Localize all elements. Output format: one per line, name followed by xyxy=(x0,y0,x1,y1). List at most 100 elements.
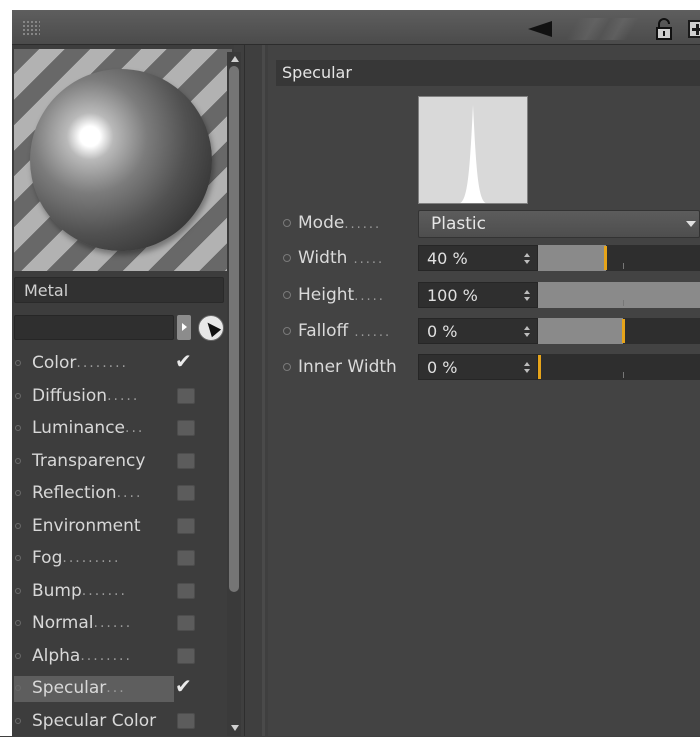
channel-checkbox[interactable] xyxy=(177,485,195,501)
channel-label: Luminance ... xyxy=(32,412,125,444)
inner-width-input[interactable]: 0 % xyxy=(418,354,538,380)
mode-label: Mode...... xyxy=(298,210,381,238)
channel-bump[interactable]: Bump....... xyxy=(12,575,234,608)
width-slider[interactable] xyxy=(538,245,700,271)
channel-label: Transparency xyxy=(32,445,145,477)
material-name-field[interactable]: Metal xyxy=(14,277,224,303)
height-input[interactable]: 100 % xyxy=(418,282,538,308)
channel-luminance[interactable]: Luminance ... xyxy=(12,412,234,445)
channel-label: Bump....... xyxy=(32,575,82,607)
channel-label: Diffusion..... xyxy=(32,380,107,412)
channel-checkbox[interactable] xyxy=(177,420,195,436)
channel-dot-icon xyxy=(15,458,21,464)
scroll-down-icon[interactable] xyxy=(231,725,239,731)
channel-label: Fog ......... xyxy=(32,542,62,574)
search-expand-button[interactable] xyxy=(177,315,191,340)
pick-icon[interactable] xyxy=(198,315,224,341)
channel-label: Alpha........ xyxy=(32,640,80,672)
drag-grip-icon[interactable] xyxy=(22,20,40,36)
plus-icon[interactable] xyxy=(688,20,700,38)
falloff-slider[interactable] xyxy=(538,318,700,344)
spinner-icon[interactable] xyxy=(524,362,531,374)
inner-width-label: Inner Width xyxy=(298,354,397,380)
slider-handle[interactable] xyxy=(604,246,607,270)
param-dot-icon[interactable] xyxy=(283,363,291,371)
channel-label: Environment xyxy=(32,510,141,542)
slider-tick xyxy=(623,263,624,269)
channel-fog[interactable]: Fog ......... xyxy=(12,542,234,575)
channel-alpha[interactable]: Alpha........ xyxy=(12,640,234,673)
checkmark-icon[interactable]: ✔ xyxy=(175,670,192,702)
checkmark-icon[interactable]: ✔ xyxy=(175,345,192,377)
channel-transparency[interactable]: Transparency xyxy=(12,445,234,478)
specular-curve-preview xyxy=(418,96,528,204)
param-dot-icon[interactable] xyxy=(283,327,291,335)
slider-handle[interactable] xyxy=(622,319,625,343)
lock-icon[interactable] xyxy=(654,18,674,40)
channel-checkbox[interactable] xyxy=(177,615,195,631)
channel-dot-icon xyxy=(15,620,21,626)
scrollbar-thumb[interactable] xyxy=(229,66,239,592)
channel-checkbox[interactable] xyxy=(177,583,195,599)
channel-label: Color........ xyxy=(32,347,76,379)
back-arrow-icon[interactable] xyxy=(528,21,552,37)
material-preview[interactable] xyxy=(14,49,232,271)
spinner-icon[interactable] xyxy=(524,290,531,302)
channel-dot-icon xyxy=(15,490,21,496)
channel-label: Reflection.... xyxy=(32,477,117,509)
chevron-down-icon[interactable] xyxy=(686,221,696,227)
channel-dot-icon xyxy=(15,718,21,724)
channel-specular-color[interactable]: Specular Color xyxy=(12,705,234,737)
channel-diffusion[interactable]: Diffusion..... xyxy=(12,380,234,413)
mode-dropdown[interactable]: Plastic xyxy=(418,210,700,238)
scroll-up-icon[interactable] xyxy=(231,56,239,62)
channel-dot-icon xyxy=(15,653,21,659)
channel-label: Specular ... xyxy=(32,672,106,704)
channel-checkbox[interactable] xyxy=(177,518,195,534)
channel-dot-icon xyxy=(15,425,21,431)
channel-checkbox[interactable] xyxy=(177,648,195,664)
channel-specular[interactable]: Specular ... ✔ xyxy=(12,672,234,705)
mode-row: Mode...... Plastic xyxy=(280,210,700,236)
slider-tick xyxy=(623,372,624,378)
slider-handle[interactable] xyxy=(538,355,541,379)
height-slider[interactable] xyxy=(538,282,700,308)
channel-normal[interactable]: Normal ...... xyxy=(12,607,234,640)
channel-environment[interactable]: Environment xyxy=(12,510,234,543)
width-label: Width ..... xyxy=(298,245,384,273)
channel-reflection[interactable]: Reflection.... xyxy=(12,477,234,510)
material-list-panel: Metal Color........ ✔ Diffusion..... Lum… xyxy=(12,45,234,736)
width-row: Width ..... 40 % xyxy=(280,245,700,271)
window-frame-top xyxy=(0,0,700,10)
channel-list: Color........ ✔ Diffusion..... Luminance… xyxy=(12,347,234,737)
falloff-row: Falloff ...... 0 % xyxy=(280,318,700,344)
channel-color[interactable]: Color........ ✔ xyxy=(12,347,234,380)
channel-dot-icon xyxy=(15,685,21,691)
channel-checkbox[interactable] xyxy=(177,453,195,469)
spinner-icon[interactable] xyxy=(524,326,531,338)
channel-search-input[interactable] xyxy=(14,315,174,340)
channel-checkbox[interactable] xyxy=(177,550,195,566)
panel-divider[interactable] xyxy=(244,45,245,736)
param-dot-icon[interactable] xyxy=(283,219,291,227)
height-row: Height..... 100 % xyxy=(280,282,700,308)
width-input[interactable]: 40 % xyxy=(418,245,538,271)
window-frame-left xyxy=(0,0,12,736)
param-dot-icon[interactable] xyxy=(283,291,291,299)
title-bar xyxy=(12,10,700,45)
channel-dot-icon xyxy=(15,555,21,561)
panel-edge xyxy=(262,45,265,736)
slider-fill xyxy=(538,318,623,344)
section-header: Specular xyxy=(276,60,700,86)
channel-checkbox[interactable] xyxy=(177,388,195,404)
channel-checkbox[interactable] xyxy=(177,713,195,729)
channel-dot-icon xyxy=(15,588,21,594)
channel-dot-icon xyxy=(15,360,21,366)
height-label: Height..... xyxy=(298,282,385,310)
spinner-icon[interactable] xyxy=(524,253,531,265)
slider-tick xyxy=(623,300,624,306)
channel-label: Specular Color xyxy=(32,705,156,737)
inner-width-slider[interactable] xyxy=(538,354,700,380)
falloff-input[interactable]: 0 % xyxy=(418,318,538,344)
param-dot-icon[interactable] xyxy=(283,254,291,262)
